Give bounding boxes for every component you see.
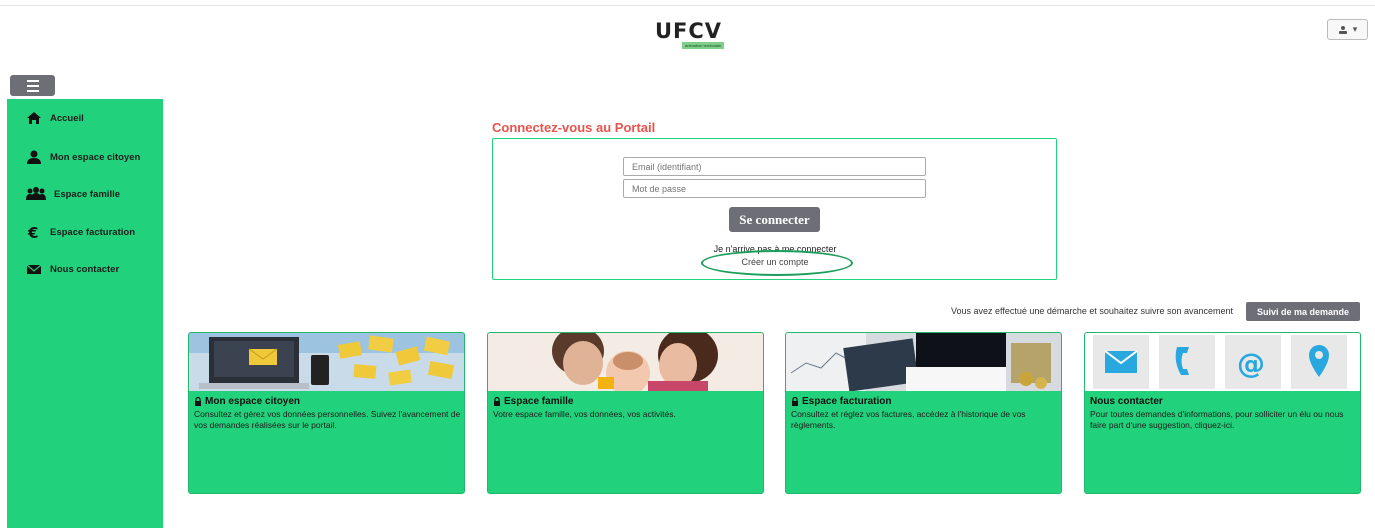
track-request-button[interactable]: Suivi de ma demande (1246, 302, 1360, 321)
sidebar-item-espace-famille[interactable]: Espace famille (26, 187, 120, 201)
lock-icon (792, 397, 798, 406)
card-title: Espace famille (493, 396, 573, 407)
card-description: Votre espace famille, vos données, vos a… (493, 409, 676, 419)
logo-subtitle: animation territoriale (682, 42, 725, 49)
sidebar-item-espace-facturation[interactable]: € Espace facturation (26, 225, 135, 239)
card-mon-espace-citoyen[interactable]: Mon espace citoyen Consultez et gérez vo… (188, 332, 465, 494)
svg-text:€: € (27, 225, 38, 239)
card-description: Consultez et réglez vos factures, accéde… (791, 409, 1026, 430)
sidebar: Accueil Mon espace citoyen Espace famill… (7, 99, 163, 528)
highlight-oval (701, 250, 853, 276)
card-title: Mon espace citoyen (194, 396, 300, 407)
card-image-billing (786, 333, 1061, 391)
card-description: Consultez et gérez vos données personnel… (194, 409, 461, 430)
card-espace-facturation[interactable]: Espace facturation Consultez et réglez v… (785, 332, 1062, 494)
hamburger-menu-button[interactable] (10, 75, 55, 96)
euro-icon: € (27, 225, 38, 239)
card-espace-famille[interactable]: Espace famille Votre espace famille, vos… (487, 332, 764, 494)
card-nous-contacter[interactable]: @ Nous contacter Pour toutes demandes d'… (1084, 332, 1361, 494)
sidebar-item-label: Espace facturation (50, 226, 135, 238)
envelope-icon (26, 264, 42, 274)
card-title: Espace facturation (791, 396, 891, 407)
card-description: Pour toutes demandes d'informations, pou… (1090, 409, 1344, 430)
lock-icon (195, 397, 201, 406)
sidebar-item-nous-contacter[interactable]: Nous contacter (26, 262, 119, 276)
connect-button[interactable]: Se connecter (729, 207, 820, 232)
top-divider (0, 5, 1375, 6)
ufcv-logo[interactable]: UFCV animation territoriale (655, 20, 745, 54)
svg-text:@: @ (1237, 347, 1265, 380)
sidebar-item-label: Espace famille (54, 188, 121, 200)
sidebar-item-label: Mon espace citoyen (50, 151, 141, 163)
user-icon (27, 150, 41, 164)
card-image-laptop-mail (189, 333, 464, 391)
email-field[interactable] (623, 157, 926, 176)
user-menu-button[interactable]: ▾ (1327, 19, 1368, 40)
chevron-down-icon: ▾ (1352, 24, 1358, 34)
menu-icon (26, 79, 39, 82)
family-icon (26, 187, 46, 200)
password-field[interactable] (623, 179, 926, 198)
login-title: Connectez-vous au Portail (492, 120, 656, 135)
lock-icon (494, 397, 500, 406)
sidebar-item-label: Nous contacter (50, 263, 120, 275)
user-icon (1338, 25, 1347, 34)
sidebar-item-label: Accueil (50, 112, 84, 124)
card-image-contact-icons: @ (1085, 333, 1360, 391)
card-title: Nous contacter (1090, 396, 1163, 407)
card-image-family (488, 333, 763, 391)
home-icon (27, 112, 41, 124)
sidebar-item-mon-espace-citoyen[interactable]: Mon espace citoyen (26, 150, 140, 164)
tracking-text: Vous avez effectué une démarche et souha… (950, 306, 1233, 316)
sidebar-item-accueil[interactable]: Accueil (26, 111, 84, 125)
logo-text: UFCV (655, 19, 723, 43)
